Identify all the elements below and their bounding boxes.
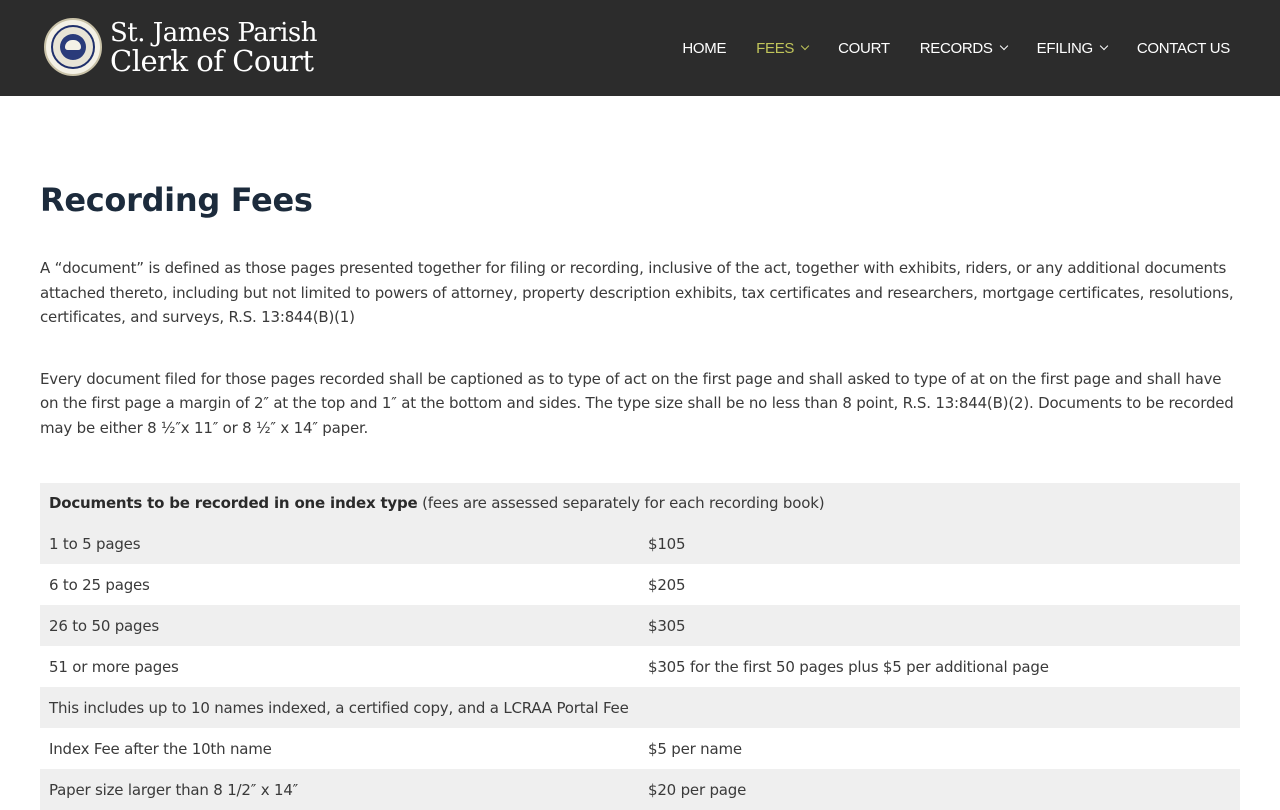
nav-home[interactable]: HOME [682, 40, 726, 57]
document-definition-paragraph: A “document” is defined as those pages p… [40, 259, 1234, 326]
nav-contact-label: CONTACT US [1136, 39, 1230, 57]
table-row: Paper size larger than 8 1/2″ x 14″ $20 … [40, 769, 1240, 810]
nav-fees-label: FEES [756, 39, 795, 57]
document-format-paragraph: Every document filed for those pages rec… [40, 369, 1234, 437]
table-row: 26 to 50 pages $305 [40, 605, 1240, 646]
recording-fees-table: Documents to be recorded in one index ty… [40, 483, 1240, 810]
table-header-note: (fees are assessed separately for each r… [417, 494, 825, 512]
page-title: Recording Fees [40, 181, 313, 219]
fee-item: Index Fee after the 10th name [40, 728, 639, 769]
nav-records-label: RECORDS [919, 39, 993, 57]
fee-item: 51 or more pages [40, 646, 639, 687]
fee-item: 26 to 50 pages [40, 605, 639, 646]
fee-amount: $5 per name [639, 728, 1240, 769]
fee-item: Paper size larger than 8 1/2″ x 14″ [40, 769, 639, 810]
site-logo[interactable]: St. James Parish Clerk of Court [44, 18, 318, 78]
logo-line-1: St. James Parish [110, 18, 318, 48]
fee-amount: $20 per page [639, 769, 1240, 810]
fee-item: 1 to 5 pages [40, 523, 639, 564]
main-nav: HOME FEES COURT RECORDS EFILING CONTACT … [652, 0, 1230, 96]
fee-amount: $305 for the first 50 pages plus $5 per … [639, 646, 1240, 687]
nav-home-label: HOME [682, 39, 727, 57]
table-row: Index Fee after the 10th name $5 per nam… [40, 728, 1240, 769]
nav-efiling[interactable]: EFILING [1036, 39, 1109, 57]
table-row: This includes up to 10 names indexed, a … [40, 687, 1240, 728]
nav-records[interactable]: RECORDS [919, 39, 1008, 57]
table-row: 6 to 25 pages $205 [40, 564, 1240, 605]
logo-text: St. James Parish Clerk of Court [110, 18, 318, 78]
nav-fees[interactable]: FEES [756, 39, 810, 57]
fee-amount: $205 [639, 564, 1240, 605]
site-header: St. James Parish Clerk of Court HOME FEE… [0, 0, 1280, 96]
chevron-down-icon [1099, 41, 1109, 51]
table-row: 1 to 5 pages $105 [40, 523, 1240, 564]
nav-efiling-label: EFILING [1036, 39, 1094, 57]
parish-seal-icon [44, 18, 102, 76]
chevron-down-icon [800, 41, 810, 51]
nav-contact-us[interactable]: CONTACT US [1137, 40, 1230, 57]
main-content: Recording Fees A “document” is defined a… [40, 96, 1240, 810]
fee-amount: $305 [639, 605, 1240, 646]
fee-amount: $105 [639, 523, 1240, 564]
table-header: Documents to be recorded in one index ty… [40, 483, 1240, 523]
fee-item: This includes up to 10 names indexed, a … [40, 687, 1240, 728]
nav-court[interactable]: COURT [838, 40, 890, 57]
chevron-down-icon [999, 41, 1008, 51]
table-header-bold: Documents to be recorded in one index ty… [49, 494, 418, 512]
logo-line-2: Clerk of Court [110, 44, 314, 78]
table-header-row: Documents to be recorded in one index ty… [40, 483, 1240, 523]
fee-item: 6 to 25 pages [40, 564, 639, 605]
table-row: 51 or more pages $305 for the first 50 p… [40, 646, 1240, 687]
nav-court-label: COURT [838, 39, 890, 57]
